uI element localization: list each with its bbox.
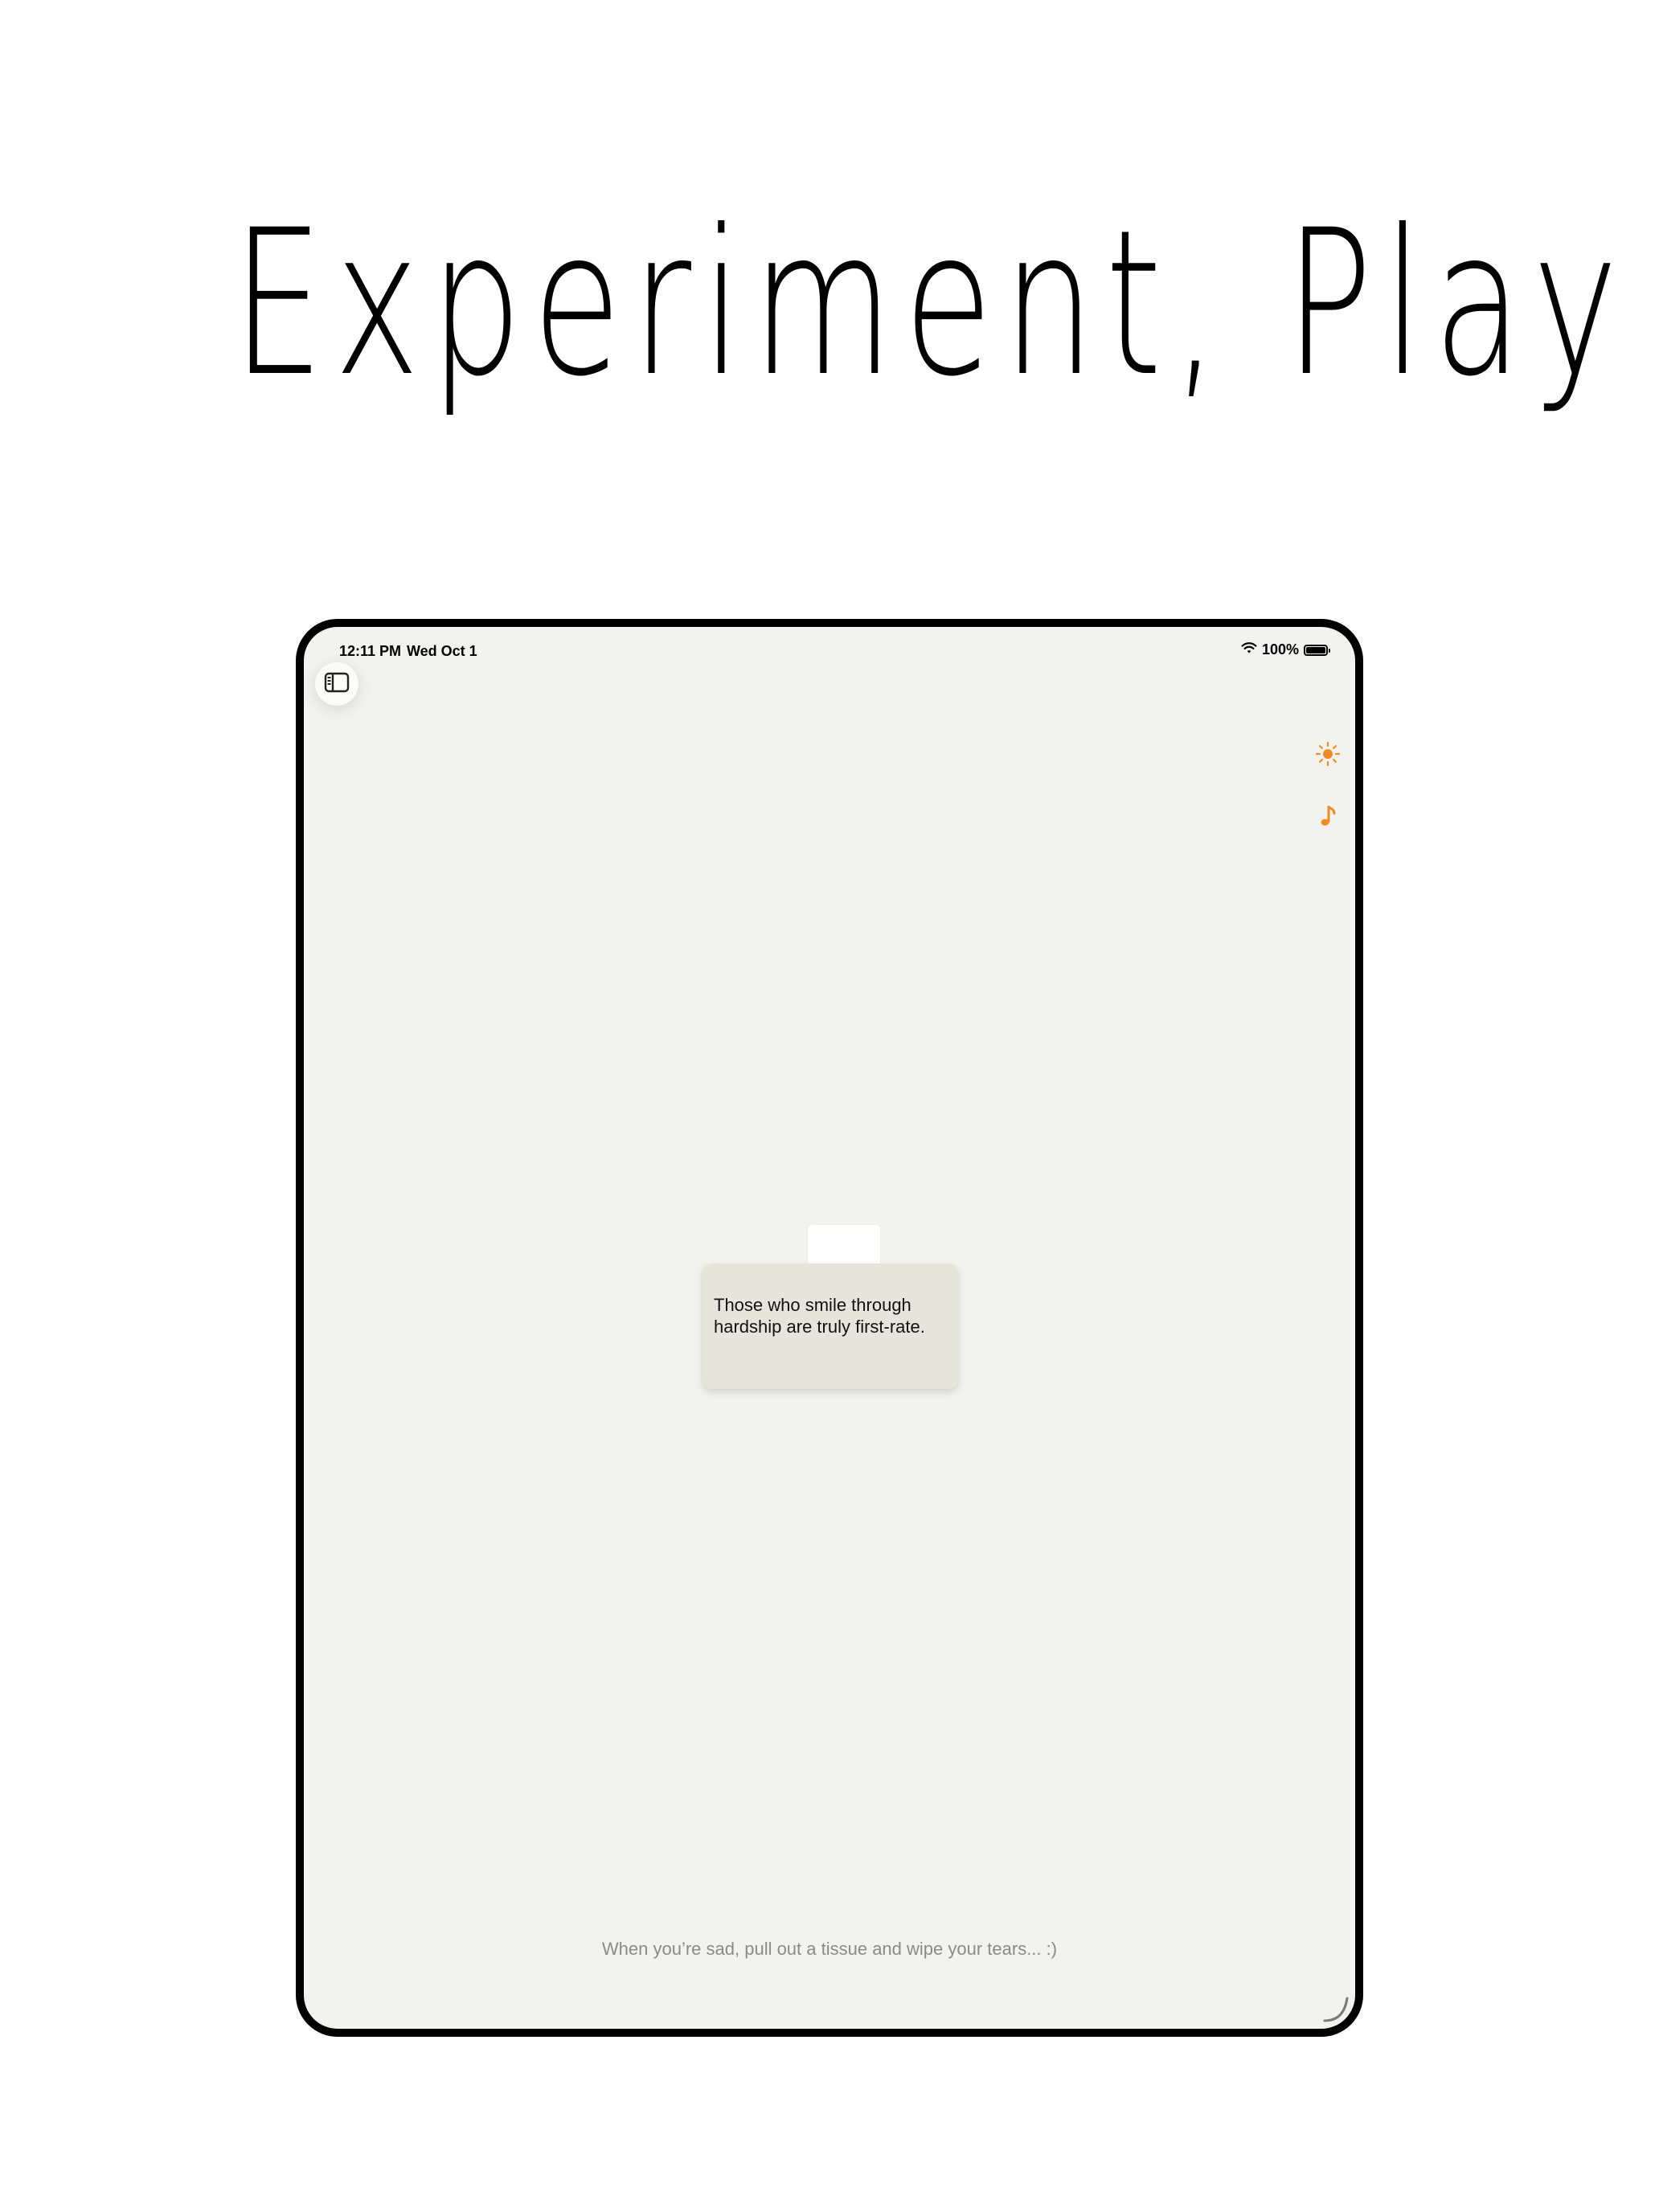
status-date: Wed Oct 1 bbox=[407, 643, 477, 659]
status-bar: 12:11 PM Wed Oct 1 100% bbox=[304, 627, 1355, 659]
card-tab[interactable] bbox=[808, 1225, 880, 1267]
music-button[interactable] bbox=[1310, 801, 1346, 836]
headline: Experiment, Play bbox=[231, 186, 1629, 420]
music-note-icon bbox=[1317, 805, 1338, 833]
resize-handle[interactable] bbox=[1320, 1993, 1352, 2026]
status-time: 12:11 PM bbox=[339, 643, 402, 659]
quote-card[interactable]: Those who smile through hardship are tru… bbox=[703, 1264, 958, 1389]
sun-icon bbox=[1315, 741, 1341, 771]
wifi-icon bbox=[1241, 641, 1257, 658]
sidebar-toggle-button[interactable] bbox=[315, 662, 358, 706]
battery-icon bbox=[1304, 644, 1330, 656]
theme-toggle-button[interactable] bbox=[1310, 738, 1346, 773]
device-screen: 12:11 PM Wed Oct 1 100% Those who smile … bbox=[296, 619, 1363, 2037]
status-indicators: 100% bbox=[1241, 641, 1330, 658]
page: Experiment, Play 12:11 PM Wed Oct 1 100% bbox=[0, 0, 1659, 2212]
battery-percent: 100% bbox=[1261, 641, 1299, 657]
sidebar-icon bbox=[324, 672, 350, 697]
bottom-hint: When you’re sad, pull out a tissue and w… bbox=[601, 1939, 1058, 1959]
